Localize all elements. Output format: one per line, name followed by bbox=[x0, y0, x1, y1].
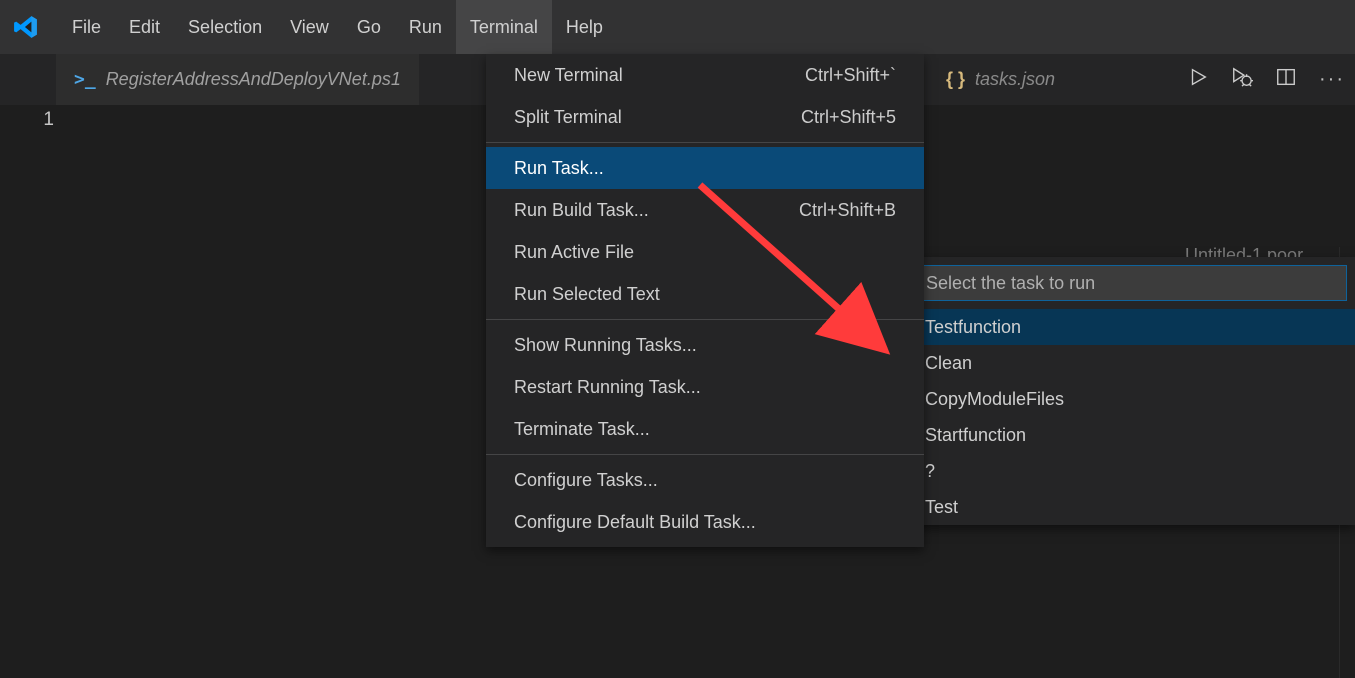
tab-label: RegisterAddressAndDeployVNet.ps1 bbox=[106, 69, 401, 90]
powershell-icon: >_ bbox=[74, 69, 96, 90]
vscode-logo-icon bbox=[12, 13, 40, 41]
menu-run-build-task[interactable]: Run Build Task... Ctrl+Shift+B bbox=[486, 189, 924, 231]
menu-run[interactable]: Run bbox=[395, 0, 456, 54]
menu-run-selected-text[interactable]: Run Selected Text bbox=[486, 273, 924, 315]
run-icon[interactable] bbox=[1187, 66, 1209, 93]
quickpick-item-question[interactable]: ? bbox=[907, 453, 1355, 489]
menu-separator bbox=[486, 142, 924, 143]
menu-file[interactable]: File bbox=[58, 0, 115, 54]
menu-go[interactable]: Go bbox=[343, 0, 395, 54]
menu-run-active-file[interactable]: Run Active File bbox=[486, 231, 924, 273]
menu-show-running-tasks[interactable]: Show Running Tasks... bbox=[486, 324, 924, 366]
menu-help[interactable]: Help bbox=[552, 0, 617, 54]
task-quickpick: Select the task to run Testfunction Clea… bbox=[907, 257, 1355, 525]
menu-restart-running-task[interactable]: Restart Running Task... bbox=[486, 366, 924, 408]
quickpick-item-startfunction[interactable]: Startfunction bbox=[907, 417, 1355, 453]
menu-terminate-task[interactable]: Terminate Task... bbox=[486, 408, 924, 450]
menu-separator bbox=[486, 454, 924, 455]
menu-split-terminal[interactable]: Split Terminal Ctrl+Shift+5 bbox=[486, 96, 924, 138]
tab-tasks-json[interactable]: { } tasks.json bbox=[928, 54, 1073, 105]
tab-label: tasks.json bbox=[975, 69, 1055, 90]
menu-bar: File Edit Selection View Go Run Terminal… bbox=[0, 0, 1355, 54]
menu-edit[interactable]: Edit bbox=[115, 0, 174, 54]
menu-configure-default-build-task[interactable]: Configure Default Build Task... bbox=[486, 501, 924, 543]
menu-new-terminal[interactable]: New Terminal Ctrl+Shift+` bbox=[486, 54, 924, 96]
line-number: 1 bbox=[0, 105, 80, 131]
menu-separator bbox=[486, 319, 924, 320]
quickpick-input[interactable]: Select the task to run bbox=[915, 265, 1347, 301]
json-icon: { } bbox=[946, 69, 965, 90]
quickpick-item-clean[interactable]: Clean bbox=[907, 345, 1355, 381]
quickpick-placeholder: Select the task to run bbox=[926, 273, 1095, 294]
quickpick-item-test[interactable]: Test bbox=[907, 489, 1355, 525]
menu-run-task[interactable]: Run Task... bbox=[486, 147, 924, 189]
menu-selection[interactable]: Selection bbox=[174, 0, 276, 54]
quickpick-item-copymodulefiles[interactable]: CopyModuleFiles bbox=[907, 381, 1355, 417]
split-editor-icon[interactable] bbox=[1275, 66, 1297, 93]
quickpick-item-testfunction[interactable]: Testfunction bbox=[907, 309, 1355, 345]
run-debug-icon[interactable] bbox=[1231, 66, 1253, 93]
editor-actions: ··· bbox=[1187, 54, 1345, 105]
tab-register-ps1[interactable]: >_ RegisterAddressAndDeployVNet.ps1 bbox=[56, 54, 419, 105]
menu-terminal[interactable]: Terminal bbox=[456, 0, 552, 54]
more-actions-icon[interactable]: ··· bbox=[1319, 68, 1345, 91]
menu-configure-tasks[interactable]: Configure Tasks... bbox=[486, 459, 924, 501]
menu-view[interactable]: View bbox=[276, 0, 343, 54]
terminal-menu-dropdown: New Terminal Ctrl+Shift+` Split Terminal… bbox=[486, 54, 924, 547]
